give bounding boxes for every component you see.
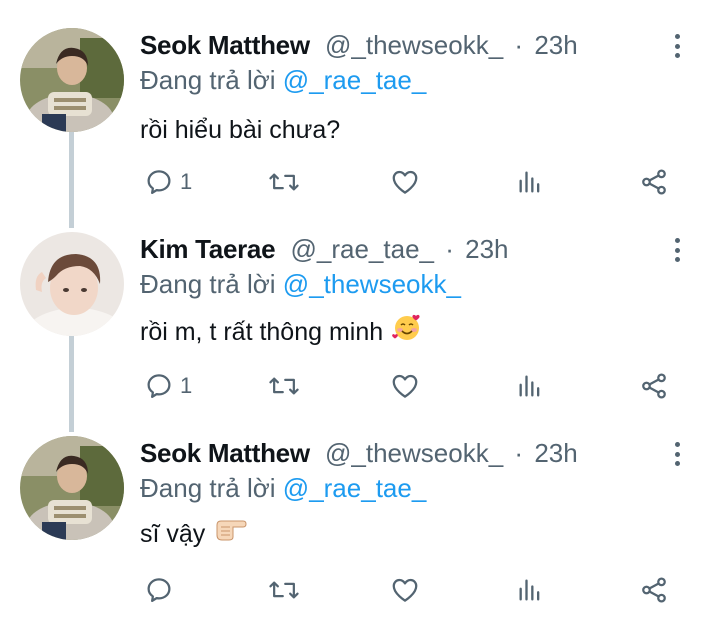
- smiling-face-with-hearts-icon: [391, 311, 423, 353]
- like-button[interactable]: [390, 572, 420, 608]
- reply-prefix: Đang trả lời: [140, 65, 276, 95]
- more-options-icon[interactable]: [668, 438, 686, 470]
- tweet-text: rồi hiểu bài chưa?: [140, 112, 340, 148]
- like-icon: [392, 374, 418, 398]
- analytics-icon: [519, 579, 540, 601]
- retweet-icon: [269, 581, 299, 599]
- action-bar: 1: [0, 368, 720, 404]
- analytics-icon: [519, 375, 540, 397]
- retweet-icon: [269, 173, 299, 191]
- tweet-header: Seok Matthew @_thewseokk_ · 23h: [140, 436, 578, 470]
- display-name[interactable]: Kim Taerae: [140, 234, 276, 264]
- retweet-button[interactable]: [268, 164, 300, 200]
- analytics-button[interactable]: [516, 572, 544, 608]
- retweet-button[interactable]: [268, 368, 300, 404]
- more-options-icon[interactable]: [668, 234, 686, 266]
- display-name[interactable]: Seok Matthew: [140, 438, 310, 468]
- share-button[interactable]: [639, 368, 669, 404]
- avatar[interactable]: [20, 436, 124, 540]
- tweet-text-content: sĩ vậy: [140, 520, 206, 548]
- analytics-button[interactable]: [516, 164, 544, 200]
- tweet-text-content: rồi m, t rất thông minh: [140, 318, 384, 346]
- reply-prefix: Đang trả lời: [140, 269, 276, 299]
- analytics-button[interactable]: [516, 368, 544, 404]
- share-icon: [642, 373, 666, 399]
- separator-dot: ·: [445, 234, 454, 264]
- user-handle[interactable]: @_thewseokk_: [325, 438, 503, 468]
- reply-count: 1: [180, 169, 193, 194]
- user-handle[interactable]: @_rae_tae_: [291, 234, 435, 264]
- reply-button[interactable]: 1: [144, 164, 192, 200]
- like-button[interactable]: [390, 368, 420, 404]
- reply-mention-link[interactable]: @_rae_tae_: [283, 65, 427, 95]
- reply-context: Đang trả lời @_rae_tae_: [140, 63, 426, 97]
- reply-count: 1: [180, 373, 193, 398]
- reply-context: Đang trả lời @_thewseokk_: [140, 267, 461, 301]
- timestamp[interactable]: 23h: [465, 234, 508, 264]
- share-icon: [642, 169, 666, 195]
- reply-prefix: Đang trả lời: [140, 473, 276, 503]
- tweet-text: rồi m, t rất thông minh: [140, 314, 423, 350]
- reply-mention-link[interactable]: @_rae_tae_: [283, 473, 427, 503]
- backhand-index-pointing-right-icon: [213, 515, 249, 553]
- reply-icon: [147, 374, 171, 398]
- like-button[interactable]: [390, 164, 420, 200]
- reply-button[interactable]: [144, 572, 180, 608]
- like-icon: [392, 170, 418, 194]
- user-handle[interactable]: @_thewseokk_: [325, 30, 503, 60]
- action-bar: 1: [0, 164, 720, 200]
- display-name[interactable]: Seok Matthew: [140, 30, 310, 60]
- tweet-header: Kim Taerae @_rae_tae_ · 23h: [140, 232, 509, 266]
- analytics-icon: [519, 171, 540, 193]
- separator-dot: ·: [514, 438, 524, 468]
- like-icon: [392, 578, 418, 602]
- avatar[interactable]: [20, 28, 124, 132]
- retweet-button[interactable]: [268, 572, 300, 608]
- share-button[interactable]: [639, 572, 669, 608]
- reply-button[interactable]: 1: [144, 368, 192, 404]
- reply-context: Đang trả lời @_rae_tae_: [140, 471, 426, 505]
- timestamp[interactable]: 23h: [534, 438, 577, 468]
- retweet-icon: [269, 377, 299, 395]
- separator-dot: ·: [514, 30, 524, 60]
- reply-icon: [147, 170, 171, 194]
- tweet-header: Seok Matthew @_thewseokk_ · 23h: [140, 28, 578, 62]
- share-icon: [642, 577, 666, 603]
- tweet-text: sĩ vậy: [140, 516, 249, 552]
- avatar[interactable]: [20, 232, 124, 336]
- reply-mention-link[interactable]: @_thewseokk_: [283, 269, 461, 299]
- share-button[interactable]: [639, 164, 669, 200]
- action-bar: [0, 572, 720, 608]
- tweet-text-content: rồi hiểu bài chưa?: [140, 116, 341, 144]
- reply-icon: [147, 578, 171, 602]
- timestamp[interactable]: 23h: [534, 30, 577, 60]
- more-options-icon[interactable]: [668, 30, 686, 62]
